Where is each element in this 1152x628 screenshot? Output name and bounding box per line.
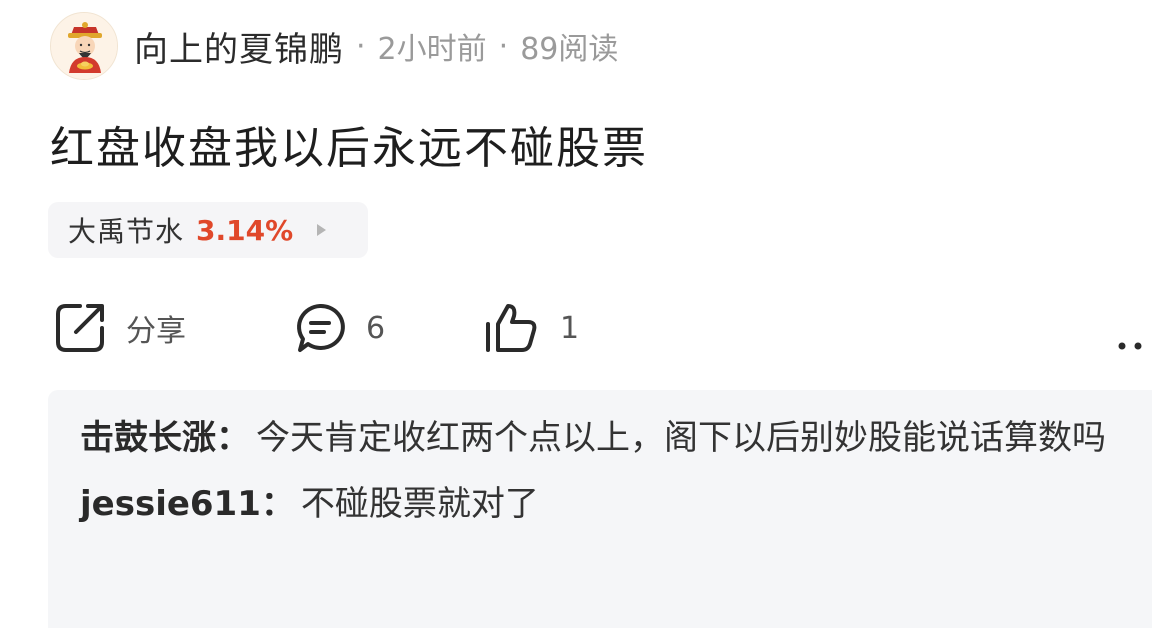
share-icon (56, 304, 104, 352)
stock-name: 大禹节水 (68, 215, 185, 248)
comment-text: 不碰股票就对了 (300, 484, 539, 524)
meta-separator: · (498, 28, 509, 64)
more-button[interactable] (1116, 316, 1146, 376)
comment-colon: ： (260, 484, 295, 524)
author-name[interactable]: 向上的夏锦鹏 (134, 22, 344, 71)
comment-username[interactable]: jessie611 (80, 484, 261, 524)
meta-separator: · (356, 28, 366, 64)
comment-preview-box[interactable]: 击鼓长涨： 今天肯定收红两个点以上，阁下以后别妙股能说话算数吗 jessie611… (48, 390, 1152, 628)
like-button[interactable]: 1 (482, 298, 579, 358)
thumbs-up-icon (486, 304, 537, 352)
stock-tag[interactable]: 大禹节水 3.14% (48, 202, 368, 258)
more-dots-icon (1118, 342, 1142, 350)
share-label: 分享 (126, 314, 186, 349)
post-header: 向上的夏锦鹏 · 2小时前 · 89阅读 (50, 12, 618, 80)
comment-username[interactable]: 击鼓长涨 (80, 418, 216, 458)
read-count: 89阅读 (520, 32, 619, 67)
post-title: 红盘收盘我以后永远不碰股票 (50, 123, 648, 174)
comment-item: 击鼓长涨： 今天肯定收红两个点以上，阁下以后别妙股能说话算数吗 (80, 412, 1132, 464)
comment-item: jessie611： 不碰股票就对了 (80, 478, 1132, 530)
caishen-avatar-icon (51, 13, 117, 79)
comment-colon: ： (216, 418, 250, 458)
comment-text: 今天肯定收红两个点以上，阁下以后别妙股能说话算数吗 (256, 418, 1106, 458)
comment-icon (297, 303, 345, 352)
post-time: 2小时前 (377, 32, 487, 67)
comment-count: 6 (366, 310, 386, 346)
stock-change: 3.14% (196, 213, 294, 247)
post-card: 向上的夏锦鹏 · 2小时前 · 89阅读 红盘收盘我以后永远不碰股票 大禹节水 … (0, 0, 1152, 628)
share-button[interactable]: 分享 (52, 298, 186, 358)
comment-button[interactable]: 6 (292, 298, 385, 358)
like-count: 1 (560, 310, 580, 346)
avatar[interactable] (50, 12, 118, 80)
chevron-right-icon (317, 224, 327, 236)
action-bar: 分享 6 1 (52, 298, 1152, 358)
